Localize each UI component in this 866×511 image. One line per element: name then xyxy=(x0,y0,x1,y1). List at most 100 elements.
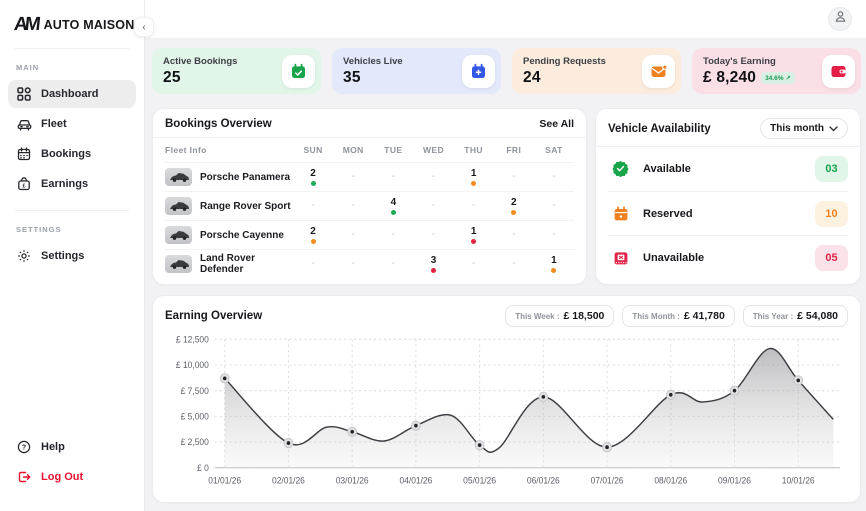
topbar xyxy=(145,0,866,38)
booking-cell: - xyxy=(413,230,453,240)
sidebar-item-dashboard[interactable]: Dashboard xyxy=(8,80,136,108)
calendar-plus-icon xyxy=(462,55,495,88)
svg-text:04/01/26: 04/01/26 xyxy=(399,475,432,485)
empty-cell: - xyxy=(352,230,355,240)
empty-cell: - xyxy=(552,201,555,211)
availability-row: Available 03 xyxy=(608,147,848,191)
empty-cell: - xyxy=(512,172,515,182)
svg-text:£ 0: £ 0 xyxy=(197,463,209,473)
availability-title: Vehicle Availability xyxy=(608,123,711,135)
booking-cell: - xyxy=(534,172,574,182)
booking-count: 2 xyxy=(310,169,316,179)
booking-cell: - xyxy=(494,259,534,269)
booking-cell: 1 xyxy=(534,256,574,273)
summary-chip-label: This Week : xyxy=(515,312,559,321)
column-header-fri: FRI xyxy=(494,145,534,155)
user-avatar[interactable] xyxy=(828,7,852,31)
vehicle-thumbnail xyxy=(165,197,192,215)
empty-cell: - xyxy=(552,172,555,182)
empty-cell: - xyxy=(472,259,475,269)
sidebar-collapse-button[interactable]: ‹ xyxy=(134,17,154,37)
empty-cell: - xyxy=(472,201,475,211)
empty-cell: - xyxy=(392,259,395,269)
status-dot xyxy=(311,239,316,244)
person-icon xyxy=(834,10,847,28)
bookings-title: Bookings Overview xyxy=(165,118,272,130)
booking-count: 2 xyxy=(511,198,517,208)
nav-item-label: Settings xyxy=(41,250,84,262)
booking-cell: 4 xyxy=(373,198,413,215)
availability-label: Available xyxy=(643,163,805,175)
status-dot xyxy=(431,268,436,273)
booking-cell: - xyxy=(373,230,413,240)
gear-icon xyxy=(16,248,32,264)
summary-chip: This Week : £ 18,500 xyxy=(505,305,614,327)
month-filter-dropdown[interactable]: This month xyxy=(760,118,848,139)
sidebar-item-earnings[interactable]: £ Earnings xyxy=(8,170,136,198)
booking-count: 1 xyxy=(471,169,477,179)
booking-cell: - xyxy=(293,201,333,211)
vehicle-name: Porsche Cayenne xyxy=(200,230,284,241)
stat-label: Vehicles Live xyxy=(343,56,403,67)
svg-text:£ 7,500: £ 7,500 xyxy=(181,386,209,396)
booking-count: 4 xyxy=(391,198,397,208)
grid-icon xyxy=(16,86,32,102)
car-icon xyxy=(16,116,32,132)
booking-cell: 3 xyxy=(413,256,453,273)
status-dot xyxy=(311,181,316,186)
section-label-settings: SETTINGS xyxy=(0,211,144,240)
earnings-title: Earning Overview xyxy=(165,310,262,322)
empty-cell: - xyxy=(352,201,355,211)
svg-text:02/01/26: 02/01/26 xyxy=(272,475,305,485)
booking-count: 1 xyxy=(551,256,557,266)
availability-list: Available 03 Reserved 10 Unavailable 05 xyxy=(608,147,848,280)
main-content: Active Bookings 25 Vehicles Live 35 Pend… xyxy=(145,38,866,511)
nav-main: Dashboard Fleet Bookings £ Earnings xyxy=(0,80,144,198)
bookings-table: Fleet InfoSUNMONTUEWEDTHUFRISAT Porsche … xyxy=(165,138,574,278)
booking-cell: 2 xyxy=(494,198,534,215)
see-all-link[interactable]: See All xyxy=(539,118,574,130)
summary-chip: This Month : £ 41,780 xyxy=(622,305,734,327)
booking-cell: - xyxy=(413,201,453,211)
sidebar-item-help[interactable]: ? Help xyxy=(8,433,136,461)
nav-item-label: Earnings xyxy=(41,178,88,190)
stat-card-pending-requests: Pending Requests 24 xyxy=(512,48,681,94)
sidebar: AM AUTO MAISON ‹ MAIN Dashboard Fleet Bo… xyxy=(0,0,145,511)
stat-card-vehicles-live: Vehicles Live 35 xyxy=(332,48,501,94)
vehicle-thumbnail xyxy=(165,255,192,273)
calendar-check-icon xyxy=(282,55,315,88)
column-header-sat: SAT xyxy=(534,145,574,155)
status-dot xyxy=(471,239,476,244)
help-icon: ? xyxy=(16,439,32,455)
booking-cell: - xyxy=(534,201,574,211)
stat-value: 35 xyxy=(343,69,361,87)
availability-row: Reserved 10 xyxy=(608,191,848,236)
booking-cell: 2 xyxy=(293,227,333,244)
sidebar-item-log-out[interactable]: Log Out xyxy=(8,463,136,491)
booking-cell: - xyxy=(373,259,413,269)
booking-cell: 1 xyxy=(454,227,494,244)
section-label-main: MAIN xyxy=(0,49,144,78)
empty-cell: - xyxy=(311,259,314,269)
nav-item-label: Help xyxy=(41,441,65,453)
table-row: Land Rover Defender ---3--1 xyxy=(165,249,574,278)
stat-value: 25 xyxy=(163,69,181,87)
availability-count-badge: 10 xyxy=(815,201,848,227)
sidebar-footer: ? Help Log Out xyxy=(0,431,144,493)
table-row: Range Rover Sport --4--2- xyxy=(165,191,574,220)
area-chart-svg: £ 12,500£ 10,000£ 7,500£ 5,000£ 2,500£ 0… xyxy=(165,333,848,493)
booking-cell: - xyxy=(494,230,534,240)
empty-cell: - xyxy=(432,201,435,211)
booking-cell: 2 xyxy=(293,169,333,186)
booking-cell: - xyxy=(293,259,333,269)
vehicle-thumbnail xyxy=(165,226,192,244)
svg-text:£ 2,500: £ 2,500 xyxy=(181,437,209,447)
svg-text:08/01/26: 08/01/26 xyxy=(654,475,687,485)
booking-cell: - xyxy=(333,172,373,182)
sidebar-item-bookings[interactable]: Bookings xyxy=(8,140,136,168)
sidebar-item-settings[interactable]: Settings xyxy=(8,242,136,270)
sidebar-item-fleet[interactable]: Fleet xyxy=(8,110,136,138)
brand-monogram: AM xyxy=(13,14,39,36)
booking-count: 2 xyxy=(310,227,316,237)
column-header-sun: SUN xyxy=(293,145,333,155)
